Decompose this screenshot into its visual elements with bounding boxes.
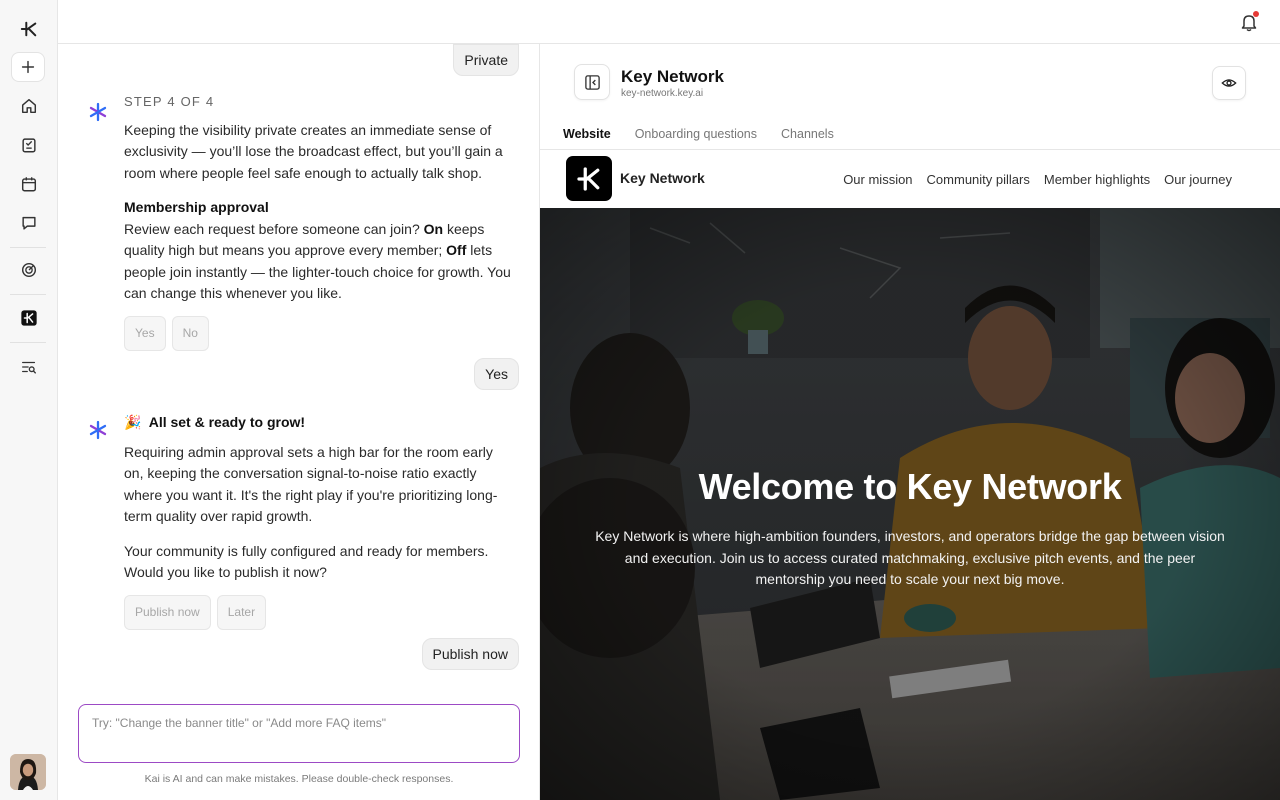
nav-member-highlights[interactable]: Member highlights: [1044, 172, 1150, 187]
chat-panel: Private STEP 4 OF 4 Keeping the visibili…: [58, 44, 540, 800]
tab-onboarding-questions[interactable]: Onboarding questions: [635, 127, 757, 147]
preview-tabs: Website Onboarding questions Channels: [563, 127, 834, 147]
no-chip[interactable]: No: [171, 315, 209, 351]
chat-icon[interactable]: [14, 208, 44, 238]
community-url: key-network.key.ai: [621, 88, 704, 99]
kai-avatar-icon: [89, 420, 107, 440]
approval-on: On: [423, 220, 444, 237]
party-icon: 🎉: [124, 414, 142, 430]
step-label: STEP 4 OF 4: [124, 94, 215, 109]
hero-description: Key Network is where high-ambition found…: [595, 528, 1225, 587]
site-brand[interactable]: Key Network: [620, 170, 705, 186]
key-app-icon[interactable]: [14, 303, 44, 333]
ready-heading-text: All set & ready to grow!: [148, 414, 306, 430]
approval-text-a: Review each request before someone can j…: [124, 220, 424, 237]
tab-website[interactable]: Website: [563, 127, 611, 147]
community-title: Key Network: [621, 67, 724, 86]
site-logo-icon[interactable]: [566, 156, 612, 201]
calendar-icon[interactable]: [14, 169, 44, 199]
ready-heading: 🎉 All set & ready to grow!: [124, 412, 516, 434]
logo-icon[interactable]: [14, 14, 44, 44]
user-message-private: Private: [453, 44, 519, 76]
hero-banner: Welcome to Key Network Key Network is wh…: [540, 208, 1280, 800]
site-nav-links: Our mission Community pillars Member hig…: [843, 172, 1232, 187]
chat-input[interactable]: Try: "Change the banner title" or "Add m…: [78, 704, 520, 763]
top-bar: [58, 0, 1280, 44]
message-text: Keeping the visibility private creates a…: [124, 121, 503, 181]
assistant-message-step4: STEP 4 OF 4 Keeping the visibility priva…: [124, 91, 516, 351]
nav-community-pillars[interactable]: Community pillars: [927, 172, 1030, 187]
analytics-icon[interactable]: [14, 255, 44, 285]
user-message-publish: Publish now: [421, 638, 519, 670]
assistant-message-ready: 🎉 All set & ready to grow! Requiring adm…: [124, 412, 516, 630]
home-icon[interactable]: [14, 91, 44, 121]
approval-text: Review each request before someone can j…: [124, 219, 516, 305]
kai-avatar-icon: [89, 102, 107, 122]
tab-channels[interactable]: Channels: [781, 127, 834, 147]
nav-our-journey[interactable]: Our journey: [1164, 172, 1232, 187]
new-button[interactable]: [11, 52, 45, 82]
nav-our-mission[interactable]: Our mission: [843, 172, 912, 187]
later-chip[interactable]: Later: [216, 594, 267, 630]
rail-divider: [10, 342, 46, 343]
rail-divider: [10, 294, 46, 295]
hero-title: Welcome to Key Network: [698, 466, 1122, 507]
sidebar-collapse-icon: [584, 74, 600, 90]
rail-divider: [10, 247, 46, 248]
message-text: Requiring admin approval sets a high bar…: [124, 443, 498, 525]
plus-icon: [21, 60, 35, 74]
avatar[interactable]: [10, 754, 46, 790]
collapse-sidebar-button[interactable]: [574, 64, 610, 100]
preview-button[interactable]: [1212, 66, 1246, 100]
ai-disclaimer: Kai is AI and can make mistakes. Please …: [144, 773, 454, 785]
notification-dot: [1253, 11, 1259, 17]
user-message-yes: Yes: [474, 358, 519, 390]
approval-off: Off: [446, 242, 467, 258]
approval-heading: Membership approval: [124, 199, 269, 215]
publish-chips: Publish now Later: [124, 594, 516, 630]
left-rail: [0, 0, 58, 800]
preview-panel: Key Network key-network.key.ai Website O…: [540, 44, 1280, 800]
notifications-bell[interactable]: [1238, 11, 1260, 33]
publish-now-chip[interactable]: Publish now: [124, 594, 211, 630]
tasks-icon[interactable]: [14, 130, 44, 160]
website-preview: Key Network Our mission Community pillar…: [540, 150, 1280, 800]
message-text: Your community is fully configured and r…: [124, 542, 489, 581]
search-list-icon[interactable]: [14, 352, 44, 382]
yes-chip[interactable]: Yes: [124, 315, 166, 351]
eye-icon: [1221, 79, 1237, 87]
site-nav: Key Network Our mission Community pillar…: [540, 150, 1280, 208]
approval-chips: Yes No: [124, 315, 516, 351]
